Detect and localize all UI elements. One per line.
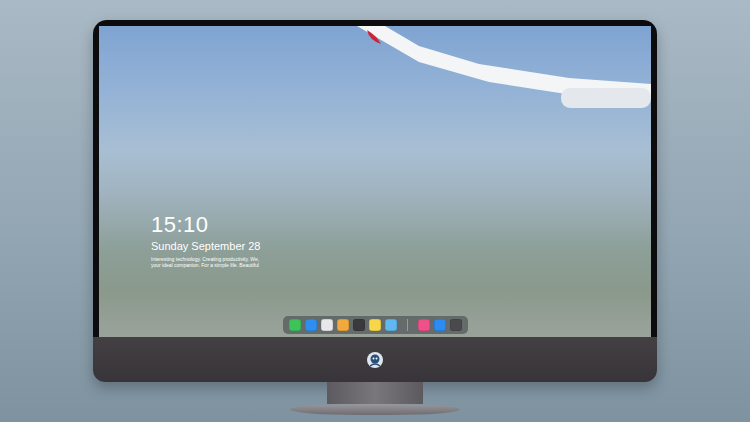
dock-app-icon[interactable] [337,319,349,331]
clock-time: 15:10 [151,213,651,237]
clock-date: Sunday September 28 [151,240,651,253]
dock-app-icon[interactable] [385,319,397,331]
dock-app-icon[interactable] [289,319,301,331]
dock-app-icon[interactable] [353,319,365,331]
stand-base [290,404,460,415]
brand-logo-icon [366,351,384,369]
stand-neck [327,382,423,404]
monitor: 15:10 Sunday September 28 Interesting tech… [93,20,657,382]
dock-app-icon[interactable] [369,319,381,331]
dock-app-icon[interactable] [418,319,430,331]
page: 15:10 Sunday September 28 Interesting tech… [0,0,750,422]
dock-app-icon[interactable] [434,319,446,331]
dock [283,316,468,334]
dock-app-icon[interactable] [305,319,317,331]
bezel: 15:10 Sunday September 28 Interesting tech… [93,20,657,337]
monitor-chin [93,337,657,382]
lock-caption: Interesting technology. Creating product… [151,256,291,268]
dock-app-icon[interactable] [321,319,333,331]
desktop-screen: 15:10 Sunday September 28 Interesting tech… [99,26,651,337]
dock-separator [407,319,408,331]
wallpaper-wing-icon [99,26,651,126]
dock-app-icon[interactable] [450,319,462,331]
